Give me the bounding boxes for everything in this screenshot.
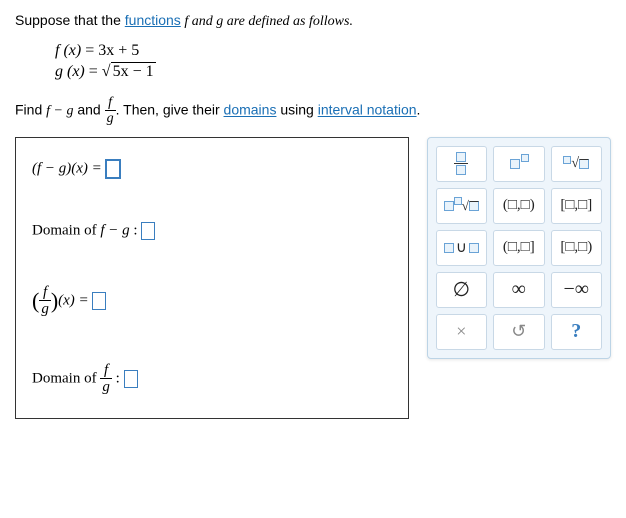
key-mixed-root[interactable]: √ <box>436 188 487 224</box>
key-neg-infinity[interactable]: −∞ <box>551 272 602 308</box>
key-exponent[interactable] <box>493 146 544 182</box>
r2-a: Domain of <box>32 222 100 238</box>
key-closed-open-label: [□,□) <box>560 239 592 256</box>
input-domain-diff[interactable] <box>141 222 155 240</box>
key-union[interactable]: ∪ <box>436 230 487 266</box>
task-p3: . Then, give their <box>116 102 224 118</box>
function-definitions: f (x) = 3x + 5 g (x) = √5x − 1 <box>55 42 611 81</box>
key-closed-closed-label: [□,□] <box>560 197 592 214</box>
answer-row-domain-diff: Domain of f − g : <box>16 200 408 262</box>
answer-row-diff: (f − g)(x) = <box>16 138 408 200</box>
instruction-line: Suppose that the functions f and g are d… <box>15 10 611 32</box>
def-f: f (x) = 3x + 5 <box>55 42 611 60</box>
task-diff: f − g <box>46 104 73 119</box>
key-empty-set[interactable]: ∅ <box>436 272 487 308</box>
key-neg-infinity-label: −∞ <box>563 278 589 301</box>
close-icon: × <box>456 321 466 342</box>
help-icon: ? <box>571 320 581 343</box>
answer-row-domain-quot: Domain of fg : <box>16 340 408 418</box>
r2-c: : <box>130 222 142 238</box>
answer-box: (f − g)(x) = Domain of f − g : (fg)(x) =… <box>15 137 409 419</box>
r4-a: Domain of <box>32 370 100 386</box>
r4-frac: fg <box>100 362 112 396</box>
r3-num: f <box>39 284 51 302</box>
task-p4: using <box>276 102 317 118</box>
key-closed-open[interactable]: [□,□) <box>551 230 602 266</box>
g-lhs: g (x) <box>55 63 89 80</box>
key-closed-closed[interactable]: [□,□] <box>551 188 602 224</box>
input-domain-quot[interactable] <box>124 370 138 388</box>
key-clear[interactable]: × <box>436 314 487 350</box>
link-domains[interactable]: domains <box>224 102 277 118</box>
key-empty-set-label: ∅ <box>453 277 470 302</box>
def-g: g (x) = √5x − 1 <box>55 62 611 81</box>
r3-rhs: (x) = <box>58 292 92 308</box>
keypad: √ √ (□,□) [□,□] ∪ (□,□] [□,□) ∅ ∞ −∞ × ↺… <box>427 137 611 359</box>
task-frac-num: f <box>105 95 116 111</box>
instr-mid: f and g are defined as follows. <box>181 14 353 29</box>
r4-num: f <box>100 362 112 380</box>
instr-prefix: Suppose that the <box>15 12 125 28</box>
key-open-open-label: (□,□) <box>503 197 535 214</box>
input-quot-expr[interactable] <box>92 292 106 310</box>
quot-frac: fg <box>39 284 51 318</box>
reset-icon: ↺ <box>511 321 526 342</box>
key-open-open[interactable]: (□,□) <box>493 188 544 224</box>
f-lhs: f (x) <box>55 42 85 59</box>
answer-row-quot: (fg)(x) = <box>16 262 408 340</box>
link-interval[interactable]: interval notation <box>318 102 417 118</box>
key-help[interactable]: ? <box>551 314 602 350</box>
key-open-closed-label: (□,□] <box>503 239 535 256</box>
r1-lhs: (f − g)(x) = <box>32 160 106 176</box>
f-rhs: = 3x + 5 <box>85 42 139 59</box>
key-fraction[interactable] <box>436 146 487 182</box>
task-p1: Find <box>15 102 46 118</box>
g-radicand: 5x − 1 <box>111 62 156 81</box>
task-p2: and <box>73 102 104 118</box>
key-nth-root[interactable]: √ <box>551 146 602 182</box>
input-diff-expr[interactable] <box>106 160 120 178</box>
link-functions[interactable]: functions <box>125 12 181 28</box>
r3-den: g <box>39 301 51 318</box>
key-open-closed[interactable]: (□,□] <box>493 230 544 266</box>
task-line: Find f − g and fg. Then, give their doma… <box>15 95 611 127</box>
key-infinity[interactable]: ∞ <box>493 272 544 308</box>
task-frac: fg <box>105 95 116 127</box>
key-infinity-label: ∞ <box>512 278 526 301</box>
task-p5: . <box>417 102 421 118</box>
g-eq: = <box>89 63 102 80</box>
r4-den: g <box>100 379 112 396</box>
task-frac-den: g <box>105 111 116 126</box>
r2-b: f − g <box>100 222 129 238</box>
sqrt-icon: √ <box>102 63 111 80</box>
r4-c: : <box>112 370 124 386</box>
key-reset[interactable]: ↺ <box>493 314 544 350</box>
